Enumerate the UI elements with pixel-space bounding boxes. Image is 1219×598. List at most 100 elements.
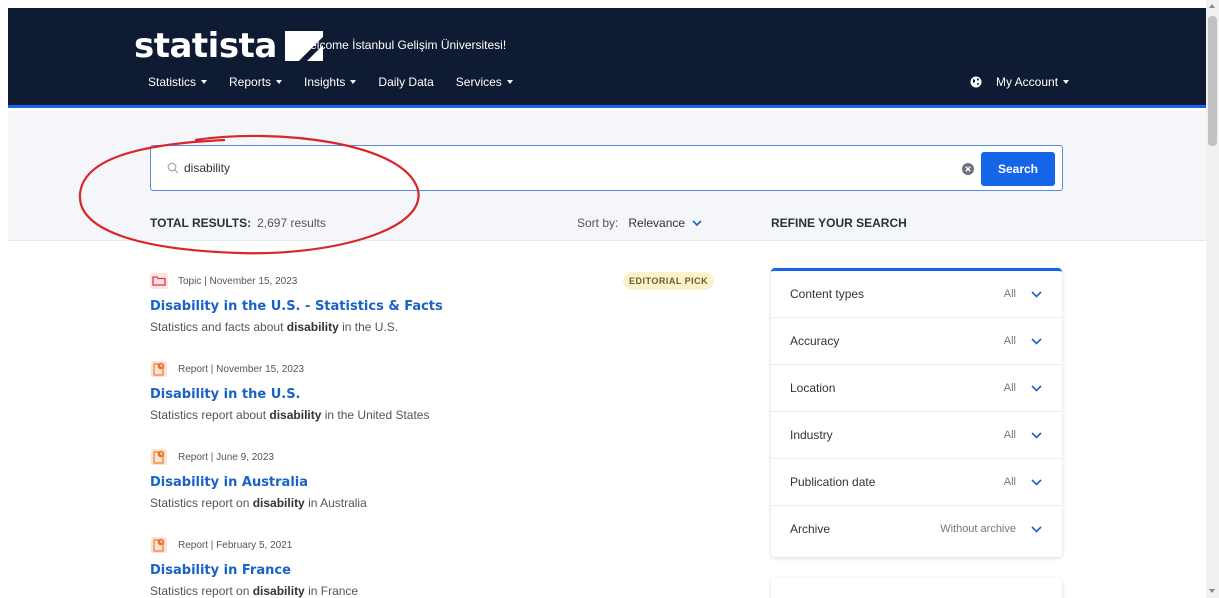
filter-label: Location	[790, 381, 836, 395]
result-meta-text: Topic | November 15, 2023	[178, 275, 298, 287]
editorial-pick-badge: EDITORIAL PICK	[623, 272, 715, 290]
filter-label: Archive	[790, 522, 831, 536]
my-account-label: My Account	[996, 75, 1059, 89]
filter-label: Content types	[790, 287, 865, 301]
nav-insights[interactable]: Insights	[304, 75, 357, 89]
filter-value: All	[1003, 335, 1016, 347]
refine-filters-panel: Content types All Accuracy All Location …	[771, 268, 1062, 557]
filter-value: Without archive	[940, 523, 1016, 535]
desc-text: in Australia	[304, 496, 367, 510]
search-icon	[167, 162, 179, 174]
result-meta: Report | November 15, 2023	[150, 361, 710, 377]
nav-label: Daily Data	[378, 75, 434, 89]
desc-text: in France	[304, 584, 359, 598]
chevron-down-icon	[1031, 338, 1042, 345]
chevron-down-icon	[1031, 526, 1042, 533]
globe-icon[interactable]	[970, 76, 982, 88]
result-description: Statistics report on disability in Franc…	[150, 584, 710, 598]
total-results-label: TOTAL RESULTS:	[150, 216, 252, 230]
logo-text: statista	[134, 26, 277, 66]
report-icon	[151, 537, 167, 553]
nav-services[interactable]: Services	[456, 75, 513, 89]
nav-daily-data[interactable]: Daily Data	[378, 75, 433, 89]
nav-label: Insights	[304, 75, 346, 89]
filter-accuracy[interactable]: Accuracy All	[771, 318, 1062, 365]
report-icon	[151, 449, 167, 465]
filter-label: Accuracy	[790, 334, 840, 348]
desc-highlight: disability	[252, 496, 305, 510]
secondary-panel	[771, 578, 1062, 598]
search-button[interactable]: Search	[981, 152, 1055, 186]
nav-statistics[interactable]: Statistics	[148, 75, 208, 89]
sort-by-value: Relevance	[628, 216, 686, 230]
filter-value: All	[1003, 382, 1016, 394]
clear-icon[interactable]	[962, 163, 974, 175]
chevron-down-icon	[1031, 432, 1042, 439]
nav-reports[interactable]: Reports	[229, 75, 283, 89]
filter-value: All	[1003, 476, 1016, 488]
total-results-count: 2,697 results	[257, 216, 326, 230]
result-title[interactable]: Disability in the U.S.	[150, 387, 710, 402]
result-meta-text: Report | February 5, 2021	[178, 539, 293, 551]
filter-value: All	[1003, 429, 1016, 441]
filter-archive[interactable]: Archive Without archive	[771, 506, 1062, 553]
my-account-menu[interactable]: My Account	[970, 75, 1070, 89]
chevron-down-icon	[692, 219, 702, 226]
result-item: Report | June 9, 2023 Disability in Aust…	[150, 449, 710, 510]
scroll-up-icon[interactable]	[1209, 4, 1215, 8]
nav-label: Reports	[229, 75, 272, 89]
chevron-down-icon	[1031, 385, 1042, 392]
caret-down-icon	[1063, 80, 1070, 84]
caret-down-icon	[276, 80, 283, 84]
statista-logo[interactable]: statista	[134, 26, 323, 66]
caret-down-icon	[350, 80, 357, 84]
desc-highlight: disability	[286, 320, 339, 334]
result-description: Statistics and facts about disability in…	[150, 320, 710, 334]
desc-highlight: disability	[252, 584, 305, 598]
sort-by-label: Sort by:	[577, 216, 619, 230]
desc-text: in the United States	[321, 408, 430, 422]
result-description: Statistics report about disability in th…	[150, 408, 710, 422]
desc-highlight: disability	[269, 408, 322, 422]
search-box: Search	[150, 145, 1063, 191]
filter-label: Publication date	[790, 475, 876, 489]
result-title[interactable]: Disability in France	[150, 563, 710, 578]
desc-text: Statistics report about	[150, 408, 270, 422]
chevron-down-icon	[1031, 479, 1042, 486]
result-item: Report | February 5, 2021 Disability in …	[150, 537, 710, 598]
folder-icon	[150, 273, 168, 289]
result-item: Report | November 15, 2023 Disability in…	[150, 361, 710, 422]
total-results: TOTAL RESULTS: 2,697 results	[150, 216, 326, 230]
filter-publication-date[interactable]: Publication date All	[771, 459, 1062, 506]
nav-label: Statistics	[148, 75, 197, 89]
desc-text: Statistics report on	[150, 496, 253, 510]
filter-content-types[interactable]: Content types All	[771, 271, 1062, 318]
sort-by[interactable]: Sort by: Relevance	[577, 216, 702, 230]
search-input[interactable]	[184, 156, 964, 180]
result-meta-text: Report | June 9, 2023	[178, 451, 274, 463]
caret-down-icon	[506, 80, 513, 84]
page-scrollbar[interactable]	[1206, 0, 1219, 598]
filter-label: Industry	[790, 428, 833, 442]
welcome-text: Welcome İstanbul Gelişim Üniversitesi!	[299, 38, 507, 52]
chevron-down-icon	[1031, 291, 1042, 298]
scroll-thumb[interactable]	[1208, 16, 1217, 146]
result-meta: Report | February 5, 2021	[150, 537, 710, 553]
nav-label: Services	[455, 75, 502, 89]
result-meta-text: Report | November 15, 2023	[178, 363, 305, 375]
refine-search-heading: REFINE YOUR SEARCH	[771, 216, 907, 230]
scroll-down-icon[interactable]	[1209, 589, 1215, 593]
desc-text: in the U.S.	[338, 320, 399, 334]
filter-value: All	[1003, 288, 1016, 300]
filter-industry[interactable]: Industry All	[771, 412, 1062, 459]
report-icon	[151, 361, 167, 377]
caret-down-icon	[201, 80, 208, 84]
result-title[interactable]: Disability in Australia	[150, 475, 710, 490]
result-meta: Report | June 9, 2023	[150, 449, 710, 465]
top-header: statista Welcome İstanbul Gelişim Üniver…	[8, 8, 1206, 108]
filter-location[interactable]: Location All	[771, 365, 1062, 412]
result-title[interactable]: Disability in the U.S. - Statistics & Fa…	[150, 299, 710, 314]
main-nav: Statistics Reports Insights Daily Data S…	[148, 75, 535, 89]
desc-text: Statistics report on	[150, 584, 253, 598]
desc-text: Statistics and facts about	[150, 320, 287, 334]
